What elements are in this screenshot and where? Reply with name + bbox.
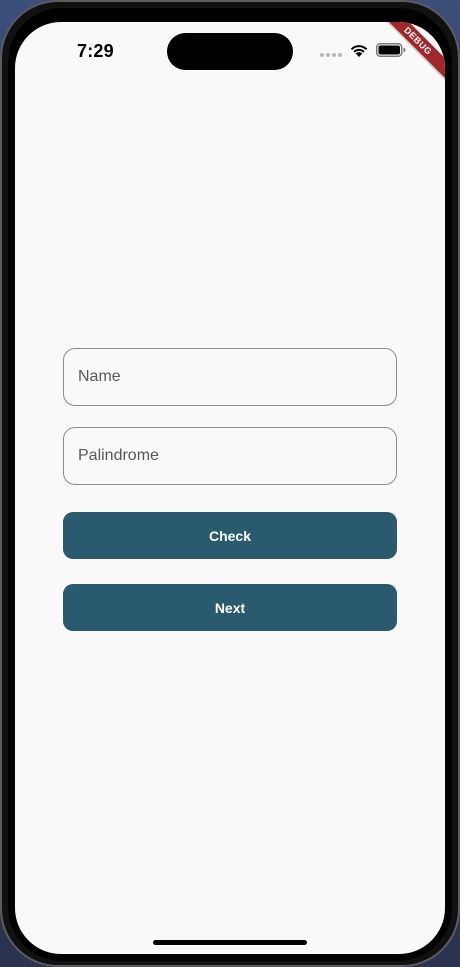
cellular-dots-icon [320, 53, 342, 57]
palindrome-input[interactable] [76, 446, 384, 466]
home-indicator[interactable] [153, 940, 307, 945]
dynamic-island [167, 33, 293, 70]
status-time: 7:29 [77, 41, 114, 61]
check-button[interactable]: Check [63, 512, 397, 559]
palindrome-form: Check Next [63, 348, 397, 631]
next-button[interactable]: Next [63, 584, 397, 631]
app-screen: 7:29 DEBUG Check Next [15, 22, 445, 954]
name-input[interactable] [76, 367, 384, 387]
name-field[interactable] [63, 348, 397, 406]
wifi-icon [350, 45, 368, 57]
palindrome-field[interactable] [63, 427, 397, 485]
